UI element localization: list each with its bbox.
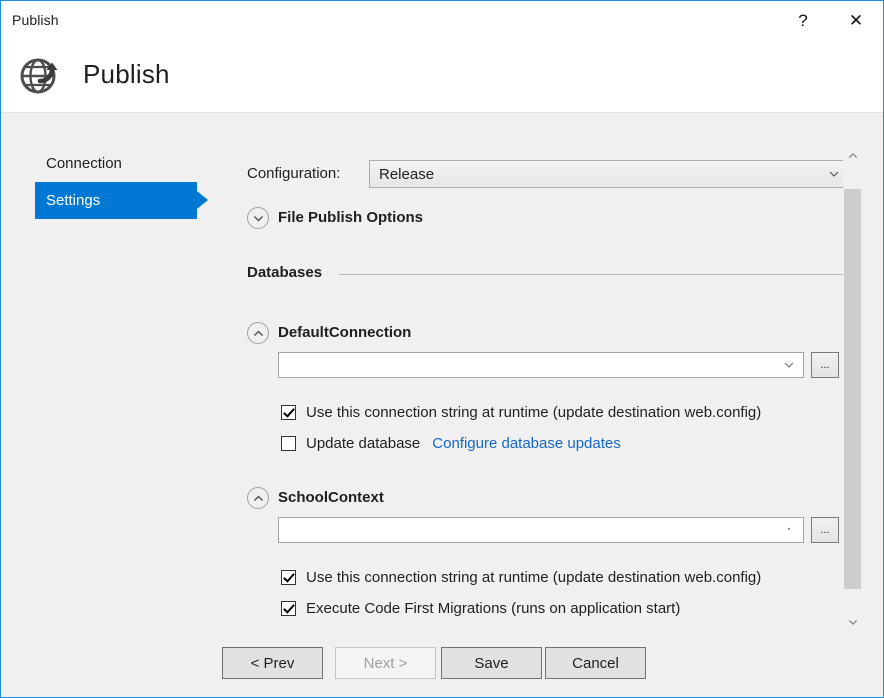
chevron-up-icon (253, 328, 264, 339)
configuration-label: Configuration: (247, 165, 340, 182)
sidebar: Connection Settings (1, 114, 231, 698)
defaultconnection-use-connection-string-row[interactable]: Use this connection string at runtime (u… (281, 402, 761, 422)
defaultconnection-browse-button[interactable]: ... (811, 352, 839, 378)
configure-database-updates-link[interactable]: Configure database updates (432, 435, 620, 452)
databases-label: Databases (247, 264, 330, 281)
defaultconnection-toggle[interactable] (247, 322, 269, 344)
globe-publish-icon (17, 51, 65, 99)
cancel-button[interactable]: Cancel (545, 647, 646, 679)
chevron-down-icon (784, 525, 794, 535)
page-title: Publish (83, 59, 170, 90)
defaultconnection-update-database-row[interactable]: Update database Configure database updat… (281, 433, 621, 453)
chevron-up-icon (253, 493, 264, 504)
chevron-down-icon (253, 213, 264, 224)
close-icon: ✕ (849, 12, 863, 29)
databases-group-header: Databases (247, 264, 849, 284)
defaultconnection-title: DefaultConnection (278, 324, 411, 341)
chevron-down-icon (848, 617, 858, 627)
schoolcontext-browse-button[interactable]: ... (811, 517, 839, 543)
checkbox-label: Use this connection string at runtime (u… (306, 569, 761, 586)
file-publish-options-label: File Publish Options (278, 209, 423, 226)
checkbox-checked-icon[interactable] (281, 601, 296, 616)
publish-dialog: Publish ? ✕ Publish Connection Sett (0, 0, 884, 698)
schoolcontext-connection-string-input[interactable] (278, 517, 804, 543)
scrollbar-thumb[interactable] (844, 189, 861, 589)
schoolcontext-toggle[interactable] (247, 487, 269, 509)
chevron-up-icon (848, 151, 858, 161)
title-bar: Publish ? ✕ (1, 1, 883, 41)
checkbox-label: Update database (306, 435, 420, 452)
schoolcontext-title: SchoolContext (278, 489, 384, 506)
configuration-select[interactable]: Release (369, 160, 849, 188)
question-mark-icon: ? (798, 12, 807, 29)
scroll-up-button[interactable] (843, 147, 862, 165)
save-button[interactable]: Save (441, 647, 542, 679)
help-button[interactable]: ? (780, 1, 826, 40)
checkbox-unchecked-icon[interactable] (281, 436, 296, 451)
dialog-footer: < Prev Next > Save Cancel (1, 631, 883, 698)
chevron-down-icon (829, 169, 839, 179)
close-button[interactable]: ✕ (833, 1, 879, 40)
sidebar-item-settings[interactable]: Settings (35, 182, 197, 219)
schoolcontext-use-connection-string-row[interactable]: Use this connection string at runtime (u… (281, 567, 761, 587)
sidebar-item-label: Connection (46, 155, 122, 172)
schoolcontext-execute-migrations-row[interactable]: Execute Code First Migrations (runs on a… (281, 598, 680, 616)
settings-scrollbar[interactable] (843, 147, 862, 631)
configuration-row: Configuration: Release (247, 160, 849, 188)
next-button: Next > (335, 647, 436, 679)
settings-pane: Configuration: Release File Publish Opti… (231, 114, 883, 698)
dialog-header: Publish (1, 41, 883, 113)
configuration-value: Release (379, 166, 434, 183)
dialog-body: Connection Settings Configuration: Relea… (1, 114, 883, 698)
checkbox-checked-icon[interactable] (281, 405, 296, 420)
sidebar-item-connection[interactable]: Connection (35, 145, 197, 182)
checkbox-label: Execute Code First Migrations (runs on a… (306, 600, 680, 617)
window-title: Publish (12, 12, 59, 28)
settings-scroll-region: Configuration: Release File Publish Opti… (231, 114, 865, 616)
prev-button[interactable]: < Prev (222, 647, 323, 679)
sidebar-item-label: Settings (46, 192, 100, 209)
group-divider (339, 274, 849, 275)
checkbox-label: Use this connection string at runtime (u… (306, 404, 761, 421)
defaultconnection-connection-string-input[interactable] (278, 352, 804, 378)
checkbox-checked-icon[interactable] (281, 570, 296, 585)
file-publish-options-toggle[interactable] (247, 207, 269, 229)
chevron-down-icon (784, 360, 794, 370)
scroll-down-button[interactable] (843, 613, 862, 631)
